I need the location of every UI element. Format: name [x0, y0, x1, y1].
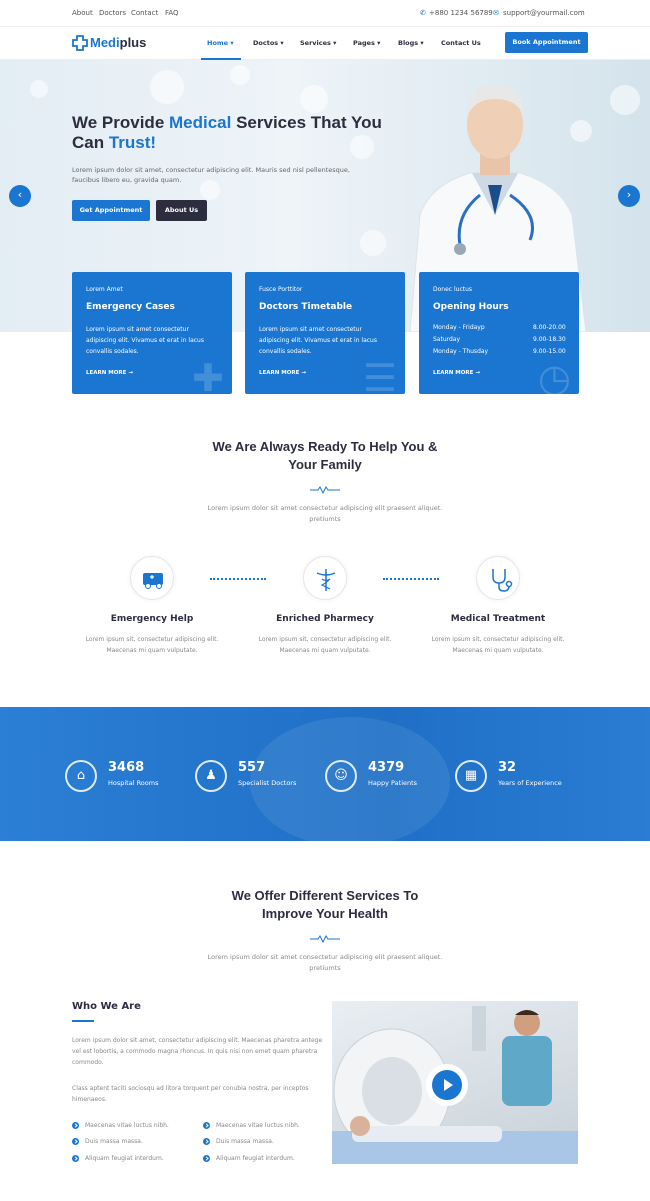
dotted-connector	[383, 578, 439, 580]
list-item: Maecenas vitae luctus nibh.	[203, 1122, 300, 1129]
counter-label: Hospital Rooms	[108, 779, 159, 787]
dotted-connector	[210, 578, 266, 580]
about-us-button[interactable]: About Us	[156, 200, 207, 221]
check-icon	[72, 1138, 79, 1145]
stethoscope-icon	[476, 556, 520, 600]
nav-blogs[interactable]: Blogs ▾	[398, 39, 424, 47]
ambulance-icon	[130, 556, 174, 600]
topbar-link-about[interactable]: About	[72, 9, 93, 17]
heartbeat-icon	[310, 935, 340, 943]
counter-number: 4379	[368, 760, 405, 775]
ambulance-icon: ✚	[192, 356, 224, 394]
card-subtitle: Donec luctus	[433, 286, 473, 293]
hours-row: Saturday 9.00-18.30	[433, 336, 566, 343]
clock-icon: ◷	[537, 356, 571, 394]
feature-name: Emergency Help	[110, 614, 194, 624]
counter-label: Years of Experience	[498, 779, 562, 787]
counter-number: 3468	[108, 760, 145, 775]
phone-icon: ✆	[420, 9, 426, 17]
doctor-icon: ♟	[195, 760, 227, 792]
help-section-title: We Are Always Ready To Help You & Your Fa…	[212, 439, 438, 472]
feature-name: Enriched Pharmecy	[276, 614, 374, 624]
services-section-subtitle: Lorem ipsum dolor sit amet consectetur a…	[207, 953, 443, 972]
check-icon	[203, 1155, 210, 1162]
smile-icon: ☺	[325, 760, 357, 792]
timetable-card: Fusce Porttitor Doctors Timetable Lorem …	[245, 272, 405, 394]
card-subtitle: Lorem Amet	[86, 286, 123, 293]
nav-doctors[interactable]: Doctos ▾	[253, 39, 284, 47]
services-section-title: We Offer Different Services To Improve Yo…	[231, 888, 419, 921]
topbar-email[interactable]: support@yourmail.com	[503, 9, 585, 17]
card-title: Opening Hours	[433, 302, 509, 312]
book-appointment-button[interactable]: Book Appointment	[505, 32, 588, 53]
nav-services[interactable]: Services ▾	[300, 39, 336, 47]
learn-more-link[interactable]: LEARN MORE →	[433, 370, 480, 376]
calendar-icon: ▦	[455, 760, 487, 792]
slider-prev-button[interactable]: ‹	[9, 185, 31, 207]
counter-number: 32	[498, 760, 517, 775]
hero-title: We Provide Medical Services That You Can…	[72, 113, 382, 152]
play-button[interactable]	[426, 1064, 468, 1106]
counters-section: ⌂ 3468 Hospital Rooms ♟ 557 Specialist D…	[0, 707, 650, 841]
hero-description: Lorem ipsum dolor sit amet, consectetur …	[72, 166, 350, 184]
learn-more-link[interactable]: LEARN MORE →	[86, 370, 133, 376]
check-icon	[72, 1122, 79, 1129]
topbar-link-doctors[interactable]: Doctors	[99, 9, 126, 17]
list-item: Aliquam feugiat interdum.	[203, 1155, 295, 1162]
topbar-link-contact[interactable]: Contact	[131, 9, 158, 17]
feature-description: Lorem ipsum sit, consectetur adipiscing …	[431, 636, 565, 654]
list-item: Duis massa massa.	[72, 1138, 143, 1145]
topbar-link-faq[interactable]: FAQ	[165, 9, 179, 17]
play-icon	[432, 1070, 462, 1100]
nav-pages[interactable]: Pages ▾	[353, 39, 380, 47]
get-appointment-button[interactable]: Get Appointment	[72, 200, 150, 221]
opening-hours-card: Donec luctus Opening Hours Monday - Frid…	[419, 272, 579, 394]
help-section-subtitle: Lorem ipsum dolor sit amet consectetur a…	[207, 504, 443, 523]
card-text: Lorem ipsum sit amet consectetur adipisc…	[259, 326, 377, 355]
home-icon: ⌂	[65, 760, 97, 792]
title-underline	[72, 1020, 94, 1022]
who-paragraph-1: Lorem ipsum dolor sit amet, consectetur …	[72, 1037, 323, 1066]
counter-number: 557	[238, 760, 266, 775]
mail-icon: ✉	[493, 9, 499, 17]
check-icon	[72, 1155, 79, 1162]
nav-home[interactable]: Home ▾	[207, 39, 234, 47]
check-icon	[203, 1138, 210, 1145]
card-subtitle: Fusce Porttitor	[259, 286, 303, 293]
who-we-are-title: Who We Are	[72, 1001, 141, 1012]
logo-cross-icon	[72, 35, 88, 51]
heartbeat-icon	[310, 486, 340, 494]
top-bar: About Doctors Contact FAQ ✆ +880 1234 56…	[0, 0, 650, 26]
feature-description: Lorem ipsum sit, consectetur adipiscing …	[85, 636, 219, 654]
site-logo[interactable]: Mediplus	[90, 35, 146, 50]
counter-label: Specialist Doctors	[238, 779, 297, 787]
emergency-card: Lorem Amet Emergency Cases Lorem ipsum s…	[72, 272, 232, 394]
counter-label: Happy Patients	[368, 779, 418, 787]
nav-contact[interactable]: Contact Us	[441, 39, 481, 47]
clipboard-icon: ☰	[362, 356, 397, 394]
card-title: Emergency Cases	[86, 302, 175, 312]
hours-row: Monday - Fridayp 8.00-20.00	[433, 324, 566, 331]
card-text: Lorem ipsum sit amet consectetur adipisc…	[86, 326, 204, 355]
feature-name: Medical Treatment	[450, 614, 546, 624]
list-item: Aliquam feugiat interdum.	[72, 1155, 164, 1162]
hours-row: Monday - Thusday 9.00-15.00	[433, 348, 566, 355]
main-header: Mediplus Home ▾ Doctos ▾ Services ▾ Page…	[0, 26, 650, 60]
caduceus-icon	[303, 556, 347, 600]
card-title: Doctors Timetable	[259, 302, 353, 312]
topbar-phone[interactable]: +880 1234 56789	[429, 9, 493, 17]
list-item: Duis massa massa.	[203, 1138, 274, 1145]
list-item: Maecenas vitae luctus nibh.	[72, 1122, 169, 1129]
feature-description: Lorem ipsum sit, consectetur adipiscing …	[258, 636, 392, 654]
learn-more-link[interactable]: LEARN MORE →	[259, 370, 306, 376]
check-icon	[203, 1122, 210, 1129]
slider-next-button[interactable]: ›	[618, 185, 640, 207]
who-paragraph-2: Class aptent taciti sociosqu ad litora t…	[72, 1085, 309, 1103]
